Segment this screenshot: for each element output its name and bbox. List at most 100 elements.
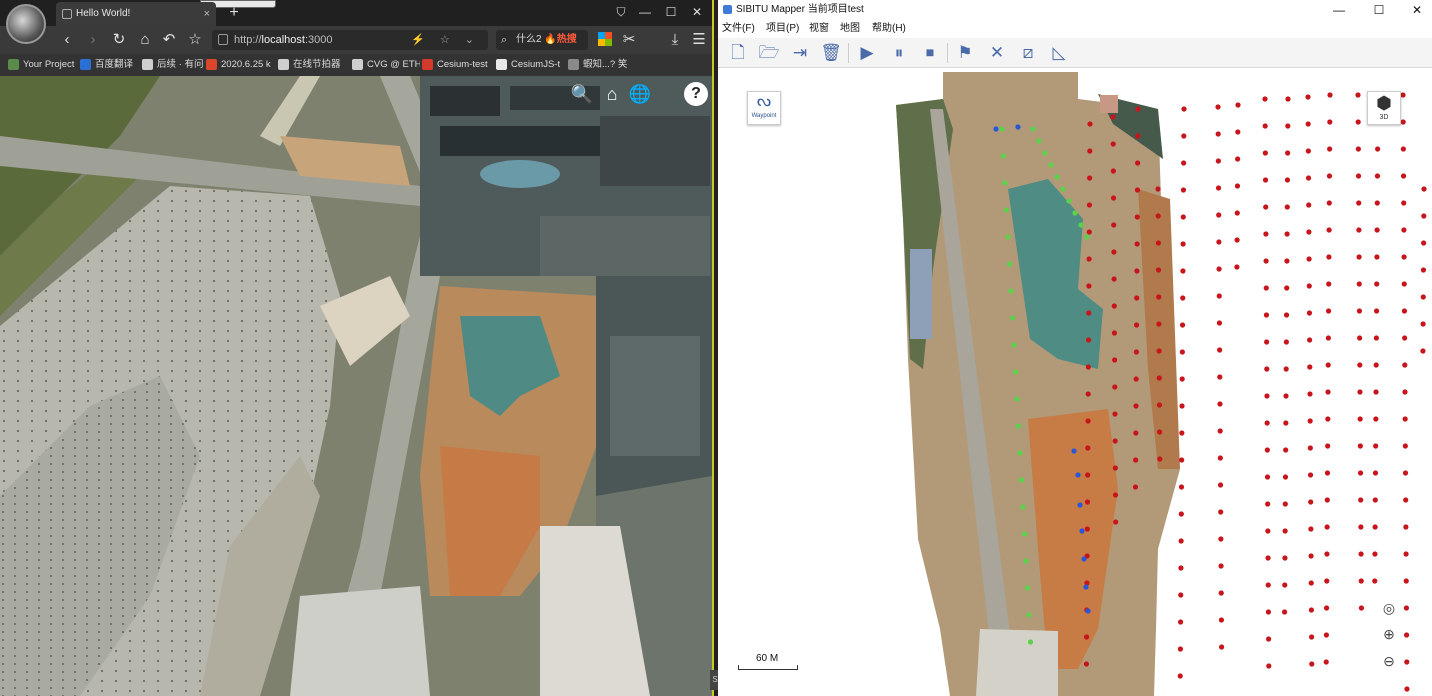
- waypoint-marker[interactable]: [1178, 592, 1184, 598]
- waypoint-marker[interactable]: [1373, 308, 1380, 314]
- waypoint-marker[interactable]: [1283, 393, 1289, 399]
- waypoint-marker[interactable]: [1325, 443, 1331, 449]
- waypoint-marker[interactable]: [1110, 114, 1116, 120]
- waypoint-marker-blue[interactable]: [1079, 528, 1085, 534]
- waypoint-marker[interactable]: [1402, 443, 1408, 449]
- waypoint-marker[interactable]: [1264, 339, 1270, 345]
- waypoint-marker-green[interactable]: [1084, 234, 1090, 240]
- waypoint-marker[interactable]: [1372, 578, 1378, 584]
- waypoint-marker[interactable]: [1403, 551, 1409, 557]
- waypoint-marker[interactable]: [1325, 335, 1331, 341]
- waypoint-marker[interactable]: [1086, 310, 1092, 316]
- waypoint-marker-green[interactable]: [1021, 531, 1028, 537]
- menu-map[interactable]: 地图: [840, 22, 860, 36]
- waypoint-marker[interactable]: [1326, 254, 1332, 260]
- waypoint-marker[interactable]: [1263, 231, 1269, 237]
- waypoint-marker[interactable]: [1086, 202, 1093, 208]
- waypoint-marker[interactable]: [1218, 563, 1224, 569]
- screenshot-icon[interactable]: ✂: [618, 30, 640, 50]
- waypoint-marker[interactable]: [1155, 267, 1162, 273]
- waypoint-marker[interactable]: [1262, 177, 1269, 183]
- bookmark-item[interactable]: Your Project: [8, 58, 76, 72]
- waypoint-marker[interactable]: [1309, 661, 1315, 667]
- cross-tool-icon[interactable]: ✕: [985, 42, 1009, 64]
- waypoint-marker[interactable]: [1325, 416, 1331, 422]
- waypoint-marker[interactable]: [1110, 195, 1117, 201]
- waypoint-marker[interactable]: [1155, 240, 1161, 246]
- waypoint-marker[interactable]: [1283, 420, 1289, 426]
- waypoint-marker[interactable]: [1323, 659, 1329, 665]
- waypoint-marker[interactable]: [1283, 339, 1289, 345]
- waypoint-marker-blue[interactable]: [1075, 472, 1081, 478]
- pin-window-icon[interactable]: ⛉: [612, 3, 630, 21]
- waypoint-marker[interactable]: [1325, 308, 1332, 314]
- close-tab-icon[interactable]: ×: [204, 2, 210, 26]
- waypoint-marker[interactable]: [1358, 578, 1364, 584]
- waypoint-marker[interactable]: [1216, 239, 1222, 245]
- waypoint-marker-green[interactable]: [1017, 450, 1023, 456]
- waypoint-marker[interactable]: [1374, 200, 1380, 206]
- delete-icon[interactable]: 🗑: [819, 42, 843, 64]
- waypoint-marker[interactable]: [1264, 393, 1270, 399]
- waypoint-marker[interactable]: [1262, 150, 1268, 156]
- waypoint-marker-green[interactable]: [1060, 186, 1066, 192]
- waypoint-marker-green[interactable]: [1024, 585, 1031, 591]
- waypoint-marker[interactable]: [1135, 133, 1141, 139]
- waypoint-marker[interactable]: [1133, 430, 1139, 436]
- waypoint-marker[interactable]: [1421, 240, 1427, 246]
- waypoint-marker[interactable]: [1307, 472, 1314, 478]
- waypoint-marker[interactable]: [1265, 555, 1271, 561]
- crop-tool-icon[interactable]: ⧄: [1016, 42, 1040, 64]
- waypoint-marker[interactable]: [1234, 264, 1240, 270]
- waypoint-marker[interactable]: [1374, 227, 1380, 233]
- waypoint-marker[interactable]: [1400, 173, 1407, 179]
- waypoint-marker[interactable]: [1402, 362, 1408, 368]
- waypoint-marker[interactable]: [1374, 281, 1380, 287]
- waypoint-marker[interactable]: [1284, 258, 1290, 264]
- waypoint-marker[interactable]: [1133, 457, 1139, 463]
- waypoint-marker[interactable]: [1086, 256, 1092, 262]
- waypoint-marker[interactable]: [1401, 200, 1407, 206]
- waypoint-marker[interactable]: [1307, 391, 1313, 397]
- view-3d-button[interactable]: ⬢ 3D: [1367, 91, 1401, 125]
- waypoint-marker[interactable]: [1357, 443, 1363, 449]
- waypoint-marker-green[interactable]: [1078, 222, 1084, 228]
- waypoint-marker-blue[interactable]: [1085, 608, 1091, 614]
- waypoint-marker[interactable]: [1179, 430, 1185, 436]
- waypoint-marker[interactable]: [1215, 158, 1221, 164]
- waypoint-marker[interactable]: [1112, 411, 1118, 417]
- waypoint-marker[interactable]: [1404, 632, 1410, 638]
- waypoint-marker[interactable]: [1083, 661, 1089, 667]
- menu-help[interactable]: 帮助(H): [872, 22, 906, 36]
- waypoint-marker[interactable]: [1420, 348, 1426, 354]
- waypoint-marker[interactable]: [1266, 636, 1272, 642]
- waypoint-marker[interactable]: [1326, 173, 1333, 179]
- waypoint-marker-green[interactable]: [1066, 198, 1072, 204]
- waypoint-marker[interactable]: [1084, 526, 1090, 532]
- waypoint-marker[interactable]: [1305, 121, 1311, 127]
- waypoint-marker[interactable]: [1373, 335, 1379, 341]
- waypoint-marker[interactable]: [1179, 376, 1185, 382]
- waypoint-marker[interactable]: [1327, 92, 1333, 98]
- waypoint-marker[interactable]: [1355, 119, 1361, 125]
- waypoint-marker[interactable]: [1085, 418, 1091, 424]
- waypoint-marker[interactable]: [1358, 551, 1364, 557]
- waypoint-marker[interactable]: [1355, 173, 1362, 179]
- waypoint-marker-green[interactable]: [1008, 288, 1014, 294]
- waypoint-marker[interactable]: [1134, 187, 1141, 193]
- waypoint-marker[interactable]: [1400, 92, 1406, 98]
- waypoint-marker-green[interactable]: [1000, 153, 1007, 159]
- waypoint-marker[interactable]: [1374, 254, 1380, 260]
- extension-grid-icon[interactable]: [598, 32, 612, 46]
- waypoint-marker[interactable]: [1420, 321, 1426, 327]
- waypoint-marker[interactable]: [1215, 131, 1221, 137]
- waypoint-marker[interactable]: [1402, 416, 1408, 422]
- waypoint-marker[interactable]: [1177, 646, 1183, 652]
- waypoint-marker[interactable]: [1325, 362, 1331, 368]
- waypoint-marker[interactable]: [1134, 241, 1140, 247]
- waypoint-marker[interactable]: [1264, 420, 1270, 426]
- waypoint-marker[interactable]: [1235, 129, 1241, 135]
- waypoint-marker[interactable]: [1218, 590, 1224, 596]
- waypoint-marker[interactable]: [1087, 121, 1093, 127]
- waypoint-marker[interactable]: [1308, 553, 1314, 559]
